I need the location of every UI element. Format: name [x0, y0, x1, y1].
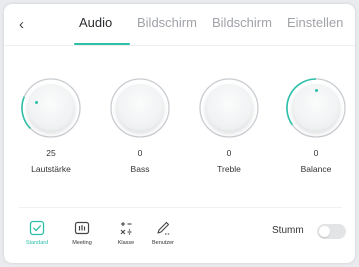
mode-benutzer-label: Benutzer [151, 240, 174, 246]
bass-knob[interactable] [110, 78, 170, 138]
treble-knob-body [205, 84, 253, 132]
mode-meeting-label: Meeting [72, 240, 92, 246]
mode-klasse-label: Klasse [117, 240, 135, 246]
tab-audio[interactable]: Audio [79, 15, 112, 31]
volume-knob-body [27, 84, 75, 132]
math-operators-icon [120, 222, 132, 235]
tab-divider [4, 45, 355, 46]
tab-bildschirm[interactable]: Bildschirm [137, 15, 197, 31]
balance-label: Balance [300, 164, 332, 174]
volume-knob-indicator [35, 101, 38, 104]
checkbox-icon [29, 220, 45, 236]
back-button[interactable]: ‹ [19, 15, 35, 35]
tab-bildschirm-2[interactable]: Bildschirm [212, 15, 272, 31]
audio-settings-panel: ‹ Audio Bildschirm Bildschirm Einstellen [4, 4, 355, 263]
mute-toggle[interactable] [317, 224, 346, 239]
meeting-icon [74, 221, 90, 235]
balance-value: 0 [313, 148, 319, 158]
bass-value: 0 [137, 148, 143, 158]
mute-toggle-knob [319, 226, 330, 237]
balance-knob[interactable] [286, 78, 346, 138]
treble-value: 0 [226, 148, 232, 158]
modes-divider [19, 207, 342, 208]
volume-knob[interactable] [21, 78, 81, 138]
treble-label: Treble [217, 164, 241, 174]
tab-bar: ‹ Audio Bildschirm Bildschirm Einstellen [4, 4, 355, 48]
bass-label: Bass [130, 164, 150, 174]
balance-knob-indicator [315, 89, 318, 92]
mode-meeting[interactable]: Meeting [62, 218, 102, 250]
volume-label: Lautstärke [31, 164, 71, 174]
bass-knob-body [116, 84, 164, 132]
mode-standard[interactable]: Standard [17, 218, 57, 250]
mute-label: Stumm [272, 225, 304, 236]
volume-value: 25 [46, 148, 56, 158]
mode-standard-label: Standard [25, 240, 49, 246]
pencil-icon [157, 221, 170, 235]
mode-klasse[interactable]: Klasse [106, 218, 146, 250]
chevron-left-icon: ‹ [19, 16, 24, 33]
mode-benutzer[interactable]: Benutzer [143, 218, 183, 250]
tab-einstellen[interactable]: Einstellen [287, 15, 343, 31]
treble-knob[interactable] [199, 78, 259, 138]
